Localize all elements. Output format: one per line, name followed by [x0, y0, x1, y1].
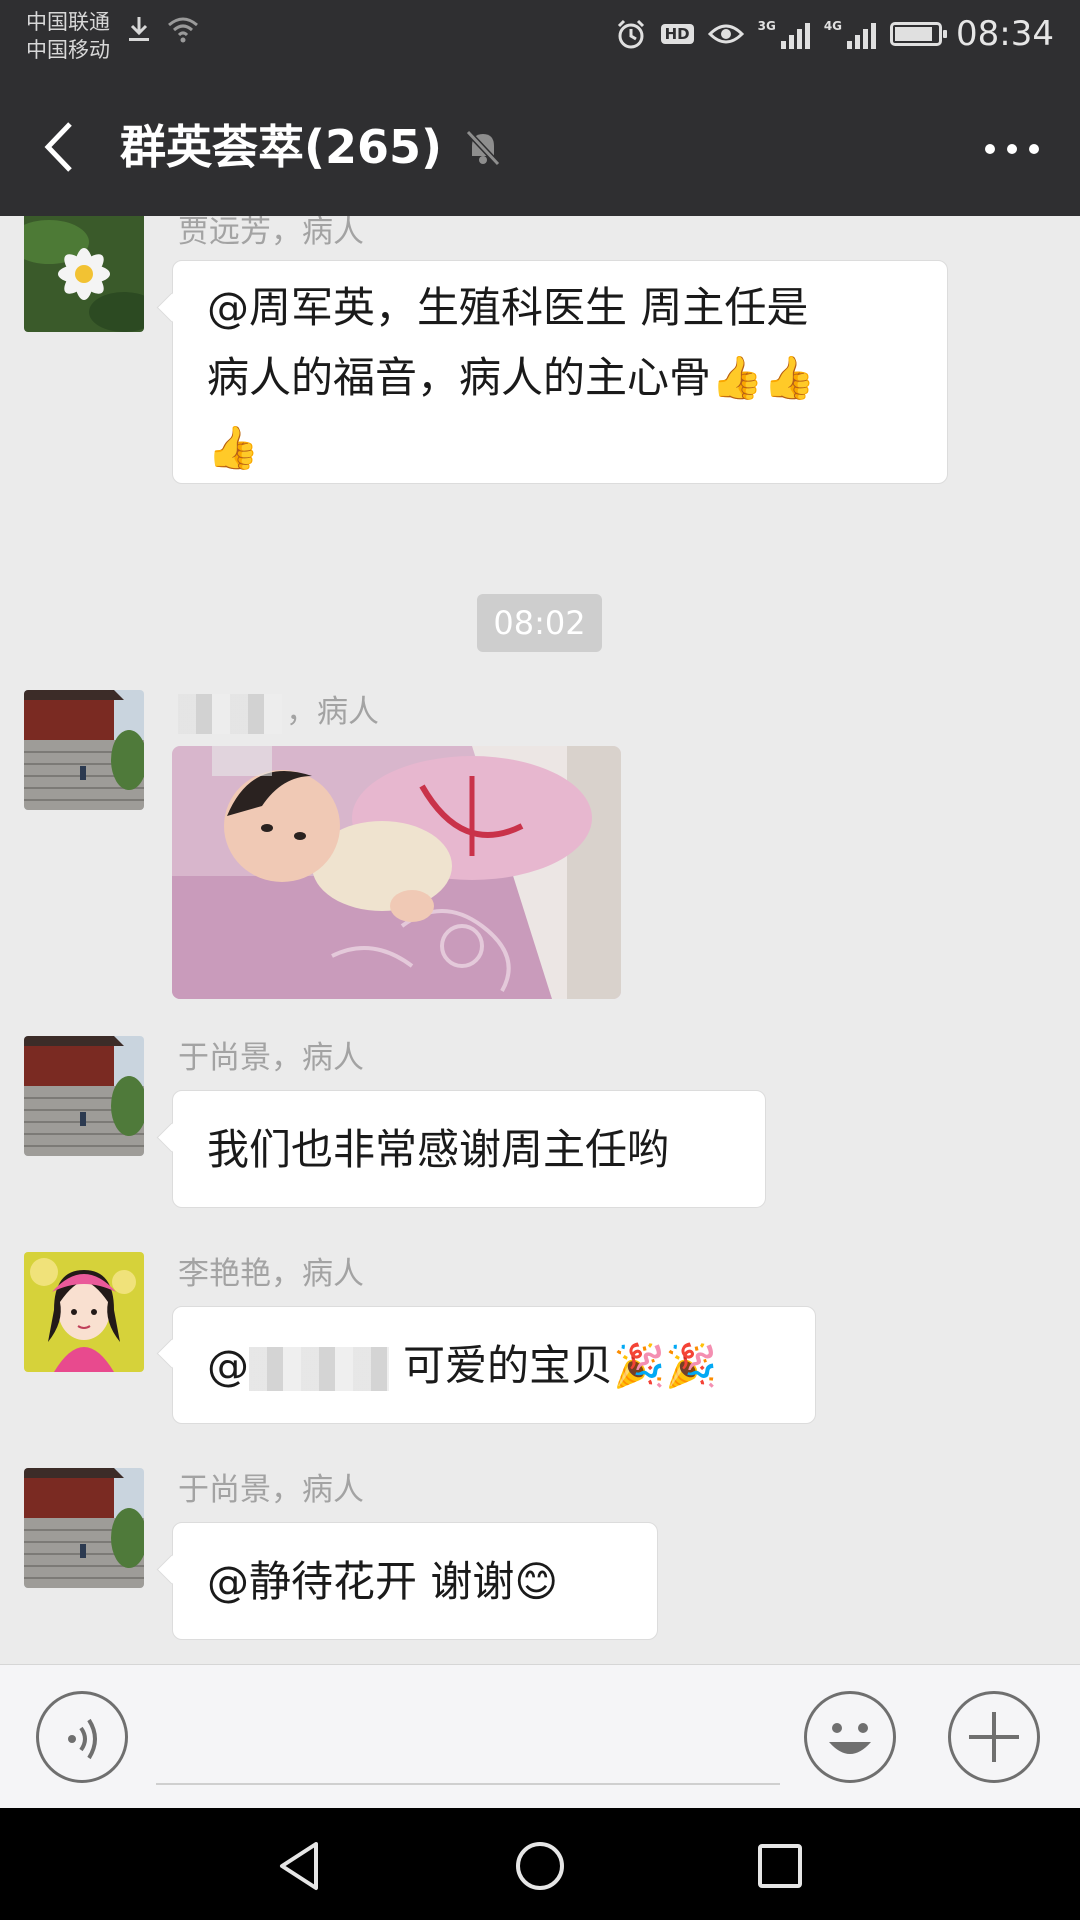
carrier-1: 中国联通 — [26, 10, 110, 34]
input-bar — [0, 1664, 1080, 1809]
avatar-cartoon-girl-image — [24, 1252, 144, 1372]
title-bar: 群英荟萃(265) — [0, 78, 1080, 216]
emoji-icon — [829, 1723, 871, 1754]
message-input[interactable] — [156, 1783, 780, 1785]
wifi-icon — [168, 17, 198, 43]
plus-button[interactable] — [948, 1691, 1040, 1783]
message-line: @周军英，生殖科医生 周主任是 — [207, 283, 809, 332]
message-bubble[interactable]: 我们也非常感谢周主任哟 — [172, 1090, 766, 1208]
avatar[interactable] — [24, 1036, 144, 1156]
signal-4g-label: 4G — [823, 19, 843, 33]
message-bubble[interactable]: @静待花开 谢谢😊 — [172, 1522, 658, 1640]
sender-name: 于尚景，病人 — [178, 1040, 364, 1076]
message-line: 病人的福音，病人的主心骨👍👍 — [207, 353, 816, 402]
message-line: 👍 — [207, 423, 260, 472]
nav-back-icon[interactable] — [272, 1838, 328, 1894]
hd-badge: HD — [660, 24, 694, 44]
avatar[interactable] — [24, 1468, 144, 1588]
sender-name: 李艳艳，病人 — [178, 1256, 364, 1292]
message-text: 我们也非常感谢周主任哟 — [207, 1125, 670, 1174]
back-arrow-icon[interactable] — [36, 116, 96, 178]
sender-name: 于尚景，病人 — [178, 1472, 364, 1508]
time-divider: 08:02 — [477, 594, 602, 652]
battery-icon — [890, 22, 948, 46]
message-bubble[interactable]: @周军英，生殖科医生 周主任是 病人的福音，病人的主心骨👍👍 👍 — [172, 260, 948, 484]
avatar[interactable] — [24, 216, 144, 332]
blurred-name — [178, 693, 282, 734]
image-message[interactable] — [172, 746, 621, 999]
chat-area[interactable]: 贾远芳，病人 @周军英，生殖科医生 周主任是 病人的福音，病人的主心骨👍👍 👍 … — [0, 216, 1080, 1664]
nav-home-icon[interactable] — [512, 1838, 568, 1894]
signal-3g: 3G — [758, 19, 810, 49]
status-left-icons — [124, 14, 200, 44]
voice-button[interactable] — [36, 1691, 128, 1783]
avatar-temple-image — [24, 1036, 144, 1156]
carrier-2: 中国移动 — [26, 38, 110, 62]
avatar-temple-image — [24, 1468, 144, 1588]
status-right: HD 3G 4G 08:34 — [615, 14, 1054, 54]
avatar-temple-image — [24, 690, 144, 810]
signal-4g: 4G — [823, 19, 877, 49]
mention-at: @ — [207, 1341, 249, 1390]
mute-bell-icon — [465, 129, 501, 167]
message-bubble[interactable]: @ 可爱的宝贝🎉🎉 — [172, 1306, 816, 1424]
system-nav-bar — [0, 1808, 1080, 1920]
baby-photo-image — [172, 746, 621, 999]
avatar[interactable] — [24, 1252, 144, 1372]
clock: 08:34 — [956, 14, 1054, 54]
voice-icon — [68, 1718, 97, 1760]
status-bar: 中国联通 中国移动 HD 3G 4G 08:34 — [0, 0, 1080, 78]
sender-name: ，病人 — [178, 686, 379, 734]
download-icon — [129, 17, 149, 41]
chat-title: 群英荟萃(265) — [120, 120, 443, 174]
alarm-icon — [617, 19, 644, 49]
blurred-mention — [249, 1346, 389, 1391]
plus-icon — [969, 1712, 1019, 1762]
avatar-lotus-image — [24, 216, 144, 332]
sender-role: ，病人 — [286, 694, 379, 730]
message-text: 可爱的宝贝🎉🎉 — [403, 1341, 718, 1390]
avatar[interactable] — [24, 690, 144, 810]
message-text: @静待花开 谢谢😊 — [207, 1557, 559, 1606]
signal-3g-label: 3G — [757, 19, 776, 33]
emoji-button[interactable] — [804, 1691, 896, 1783]
carrier-info: 中国联通 中国移动 — [26, 8, 110, 64]
eye-icon — [707, 24, 744, 44]
nav-recent-icon[interactable] — [752, 1838, 808, 1894]
sender-name: 贾远芳，病人 — [178, 216, 364, 250]
more-dots-icon[interactable] — [982, 134, 1042, 164]
